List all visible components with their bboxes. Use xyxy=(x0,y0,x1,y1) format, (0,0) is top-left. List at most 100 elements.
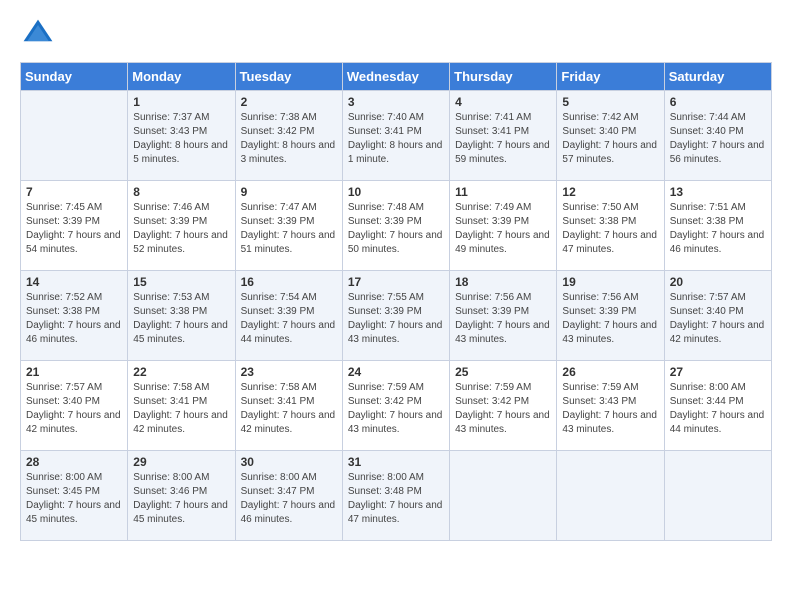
day-number: 15 xyxy=(133,275,229,289)
day-number: 28 xyxy=(26,455,122,469)
day-number: 17 xyxy=(348,275,444,289)
week-row-4: 21 Sunrise: 7:57 AMSunset: 3:40 PMDayligh… xyxy=(21,361,772,451)
cell-content: Sunrise: 7:54 AMSunset: 3:39 PMDaylight:… xyxy=(241,291,337,347)
column-header-tuesday: Tuesday xyxy=(235,63,342,91)
calendar-cell xyxy=(557,451,664,541)
day-number: 13 xyxy=(670,185,766,199)
cell-content: Sunrise: 7:40 AMSunset: 3:41 PMDaylight:… xyxy=(348,111,444,167)
calendar-cell xyxy=(450,451,557,541)
day-number: 12 xyxy=(562,185,658,199)
calendar-cell: 5 Sunrise: 7:42 AMSunset: 3:40 PMDaylight… xyxy=(557,91,664,181)
page-header xyxy=(20,16,772,52)
calendar-cell: 9 Sunrise: 7:47 AMSunset: 3:39 PMDaylight… xyxy=(235,181,342,271)
day-number: 29 xyxy=(133,455,229,469)
cell-content: Sunrise: 7:41 AMSunset: 3:41 PMDaylight:… xyxy=(455,111,551,167)
header-row: SundayMondayTuesdayWednesdayThursdayFrid… xyxy=(21,63,772,91)
day-number: 16 xyxy=(241,275,337,289)
cell-content: Sunrise: 7:45 AMSunset: 3:39 PMDaylight:… xyxy=(26,201,122,257)
calendar-cell: 31 Sunrise: 8:00 AMSunset: 3:48 PMDayligh… xyxy=(342,451,449,541)
calendar-cell: 3Sunrise: 7:40 AMSunset: 3:41 PMDaylight… xyxy=(342,91,449,181)
column-header-wednesday: Wednesday xyxy=(342,63,449,91)
calendar-cell: 13 Sunrise: 7:51 AMSunset: 3:38 PMDayligh… xyxy=(664,181,771,271)
calendar-cell: 28 Sunrise: 8:00 AMSunset: 3:45 PMDayligh… xyxy=(21,451,128,541)
day-number: 22 xyxy=(133,365,229,379)
cell-content: Sunrise: 7:50 AMSunset: 3:38 PMDaylight:… xyxy=(562,201,658,257)
calendar-cell: 11 Sunrise: 7:49 AMSunset: 3:39 PMDayligh… xyxy=(450,181,557,271)
calendar-cell: 7 Sunrise: 7:45 AMSunset: 3:39 PMDaylight… xyxy=(21,181,128,271)
day-number: 1 xyxy=(133,95,229,109)
calendar-cell: 17 Sunrise: 7:55 AMSunset: 3:39 PMDayligh… xyxy=(342,271,449,361)
cell-content: Sunrise: 7:56 AMSunset: 3:39 PMDaylight:… xyxy=(455,291,551,347)
day-number: 18 xyxy=(455,275,551,289)
calendar-cell: 22 Sunrise: 7:58 AMSunset: 3:41 PMDayligh… xyxy=(128,361,235,451)
cell-content: Sunrise: 7:46 AMSunset: 3:39 PMDaylight:… xyxy=(133,201,229,257)
cell-content: Sunrise: 7:59 AMSunset: 3:42 PMDaylight:… xyxy=(455,381,551,437)
week-row-2: 7 Sunrise: 7:45 AMSunset: 3:39 PMDaylight… xyxy=(21,181,772,271)
day-number: 5 xyxy=(562,95,658,109)
calendar-cell: 16 Sunrise: 7:54 AMSunset: 3:39 PMDayligh… xyxy=(235,271,342,361)
logo-icon xyxy=(20,16,56,52)
cell-content: Sunrise: 7:55 AMSunset: 3:39 PMDaylight:… xyxy=(348,291,444,347)
cell-content: Sunrise: 8:00 AMSunset: 3:46 PMDaylight:… xyxy=(133,471,229,527)
cell-content: Sunrise: 7:57 AMSunset: 3:40 PMDaylight:… xyxy=(26,381,122,437)
day-number: 23 xyxy=(241,365,337,379)
calendar-cell: 2 Sunrise: 7:38 AMSunset: 3:42 PMDaylight… xyxy=(235,91,342,181)
day-number: 4 xyxy=(455,95,551,109)
cell-content: Sunrise: 7:47 AMSunset: 3:39 PMDaylight:… xyxy=(241,201,337,257)
cell-content: Sunrise: 7:53 AMSunset: 3:38 PMDaylight:… xyxy=(133,291,229,347)
calendar-cell: 24Sunrise: 7:59 AMSunset: 3:42 PMDayligh… xyxy=(342,361,449,451)
calendar-cell: 23 Sunrise: 7:58 AMSunset: 3:41 PMDayligh… xyxy=(235,361,342,451)
column-header-monday: Monday xyxy=(128,63,235,91)
day-number: 9 xyxy=(241,185,337,199)
cell-content: Sunrise: 7:48 AMSunset: 3:39 PMDaylight:… xyxy=(348,201,444,257)
calendar-cell: 30 Sunrise: 8:00 AMSunset: 3:47 PMDayligh… xyxy=(235,451,342,541)
day-number: 21 xyxy=(26,365,122,379)
cell-content: Sunrise: 7:57 AMSunset: 3:40 PMDaylight:… xyxy=(670,291,766,347)
cell-content: Sunrise: 7:38 AMSunset: 3:42 PMDaylight:… xyxy=(241,111,337,167)
cell-content: Sunrise: 7:42 AMSunset: 3:40 PMDaylight:… xyxy=(562,111,658,167)
cell-content: Sunrise: 7:59 AMSunset: 3:42 PMDaylight:… xyxy=(348,381,444,437)
calendar-cell: 10Sunrise: 7:48 AMSunset: 3:39 PMDayligh… xyxy=(342,181,449,271)
day-number: 26 xyxy=(562,365,658,379)
day-number: 7 xyxy=(26,185,122,199)
calendar-cell: 29 Sunrise: 8:00 AMSunset: 3:46 PMDayligh… xyxy=(128,451,235,541)
calendar-cell: 6 Sunrise: 7:44 AMSunset: 3:40 PMDaylight… xyxy=(664,91,771,181)
cell-content: Sunrise: 8:00 AMSunset: 3:48 PMDaylight:… xyxy=(348,471,444,527)
calendar-table: SundayMondayTuesdayWednesdayThursdayFrid… xyxy=(20,62,772,541)
day-number: 2 xyxy=(241,95,337,109)
day-number: 8 xyxy=(133,185,229,199)
calendar-cell: 14 Sunrise: 7:52 AMSunset: 3:38 PMDayligh… xyxy=(21,271,128,361)
cell-content: Sunrise: 7:49 AMSunset: 3:39 PMDaylight:… xyxy=(455,201,551,257)
day-number: 30 xyxy=(241,455,337,469)
calendar-cell: 20Sunrise: 7:57 AMSunset: 3:40 PMDayligh… xyxy=(664,271,771,361)
calendar-cell: 12 Sunrise: 7:50 AMSunset: 3:38 PMDayligh… xyxy=(557,181,664,271)
week-row-5: 28 Sunrise: 8:00 AMSunset: 3:45 PMDayligh… xyxy=(21,451,772,541)
cell-content: Sunrise: 8:00 AMSunset: 3:44 PMDaylight:… xyxy=(670,381,766,437)
day-number: 6 xyxy=(670,95,766,109)
calendar-cell: 1Sunrise: 7:37 AMSunset: 3:43 PMDaylight… xyxy=(128,91,235,181)
cell-content: Sunrise: 7:58 AMSunset: 3:41 PMDaylight:… xyxy=(133,381,229,437)
cell-content: Sunrise: 8:00 AMSunset: 3:47 PMDaylight:… xyxy=(241,471,337,527)
week-row-3: 14 Sunrise: 7:52 AMSunset: 3:38 PMDayligh… xyxy=(21,271,772,361)
calendar-cell xyxy=(664,451,771,541)
cell-content: Sunrise: 7:56 AMSunset: 3:39 PMDaylight:… xyxy=(562,291,658,347)
column-header-friday: Friday xyxy=(557,63,664,91)
calendar-cell: 27Sunrise: 8:00 AMSunset: 3:44 PMDayligh… xyxy=(664,361,771,451)
column-header-saturday: Saturday xyxy=(664,63,771,91)
cell-content: Sunrise: 8:00 AMSunset: 3:45 PMDaylight:… xyxy=(26,471,122,527)
calendar-cell: 15 Sunrise: 7:53 AMSunset: 3:38 PMDayligh… xyxy=(128,271,235,361)
cell-content: Sunrise: 7:51 AMSunset: 3:38 PMDaylight:… xyxy=(670,201,766,257)
calendar-cell: 21 Sunrise: 7:57 AMSunset: 3:40 PMDayligh… xyxy=(21,361,128,451)
calendar-cell: 4 Sunrise: 7:41 AMSunset: 3:41 PMDaylight… xyxy=(450,91,557,181)
cell-content: Sunrise: 7:44 AMSunset: 3:40 PMDaylight:… xyxy=(670,111,766,167)
cell-content: Sunrise: 7:52 AMSunset: 3:38 PMDaylight:… xyxy=(26,291,122,347)
calendar-cell: 8 Sunrise: 7:46 AMSunset: 3:39 PMDaylight… xyxy=(128,181,235,271)
day-number: 11 xyxy=(455,185,551,199)
logo xyxy=(20,16,60,52)
cell-content: Sunrise: 7:58 AMSunset: 3:41 PMDaylight:… xyxy=(241,381,337,437)
column-header-thursday: Thursday xyxy=(450,63,557,91)
day-number: 31 xyxy=(348,455,444,469)
cell-content: Sunrise: 7:59 AMSunset: 3:43 PMDaylight:… xyxy=(562,381,658,437)
calendar-cell xyxy=(21,91,128,181)
day-number: 14 xyxy=(26,275,122,289)
